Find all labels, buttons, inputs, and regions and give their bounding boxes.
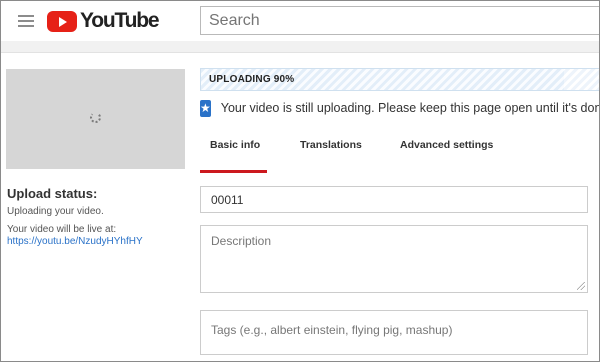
tab-basic-info[interactable]: Basic info [210, 139, 260, 151]
upload-notice-text: Your video is still uploading. Please ke… [220, 101, 600, 115]
tab-bar: Basic info Translations Advanced setting… [200, 129, 599, 174]
description-placeholder: Description [211, 234, 272, 248]
hamburger-menu-icon[interactable] [18, 15, 34, 27]
upload-page: YouTube Upload status: Uploading your vi… [0, 0, 600, 362]
upload-status-title: Upload status: [7, 186, 98, 201]
tags-field[interactable]: Tags (e.g., albert einstein, flying pig,… [200, 310, 588, 355]
video-url-link[interactable]: https://youtu.be/NzudyHYhfHY [7, 236, 143, 247]
tab-advanced-settings[interactable]: Advanced settings [400, 139, 493, 151]
upload-progress-bar: UPLOADING 90% [200, 68, 599, 91]
live-at-label: Your video will be live at: [7, 224, 117, 235]
upload-status-text: Uploading your video. [7, 206, 104, 217]
active-tab-indicator [200, 170, 267, 173]
search-input[interactable] [200, 6, 599, 35]
top-header: YouTube [1, 1, 599, 41]
description-field[interactable]: Description [200, 225, 588, 293]
brand-name: YouTube [80, 9, 160, 32]
title-field[interactable] [200, 186, 588, 213]
youtube-play-logo-icon [47, 10, 77, 32]
youtube-logo[interactable]: YouTube [47, 9, 160, 33]
upload-notice: ★ Your video is still uploading. Please … [200, 97, 600, 119]
upload-progress-label: UPLOADING 90% [209, 74, 295, 85]
tab-translations[interactable]: Translations [300, 139, 362, 151]
resize-grip-icon[interactable] [577, 282, 585, 290]
video-thumbnail [6, 69, 185, 169]
tags-placeholder: Tags (e.g., albert einstein, flying pig,… [211, 323, 453, 337]
star-icon: ★ [200, 99, 211, 117]
loading-spinner-icon [90, 112, 101, 123]
header-divider [1, 41, 599, 53]
